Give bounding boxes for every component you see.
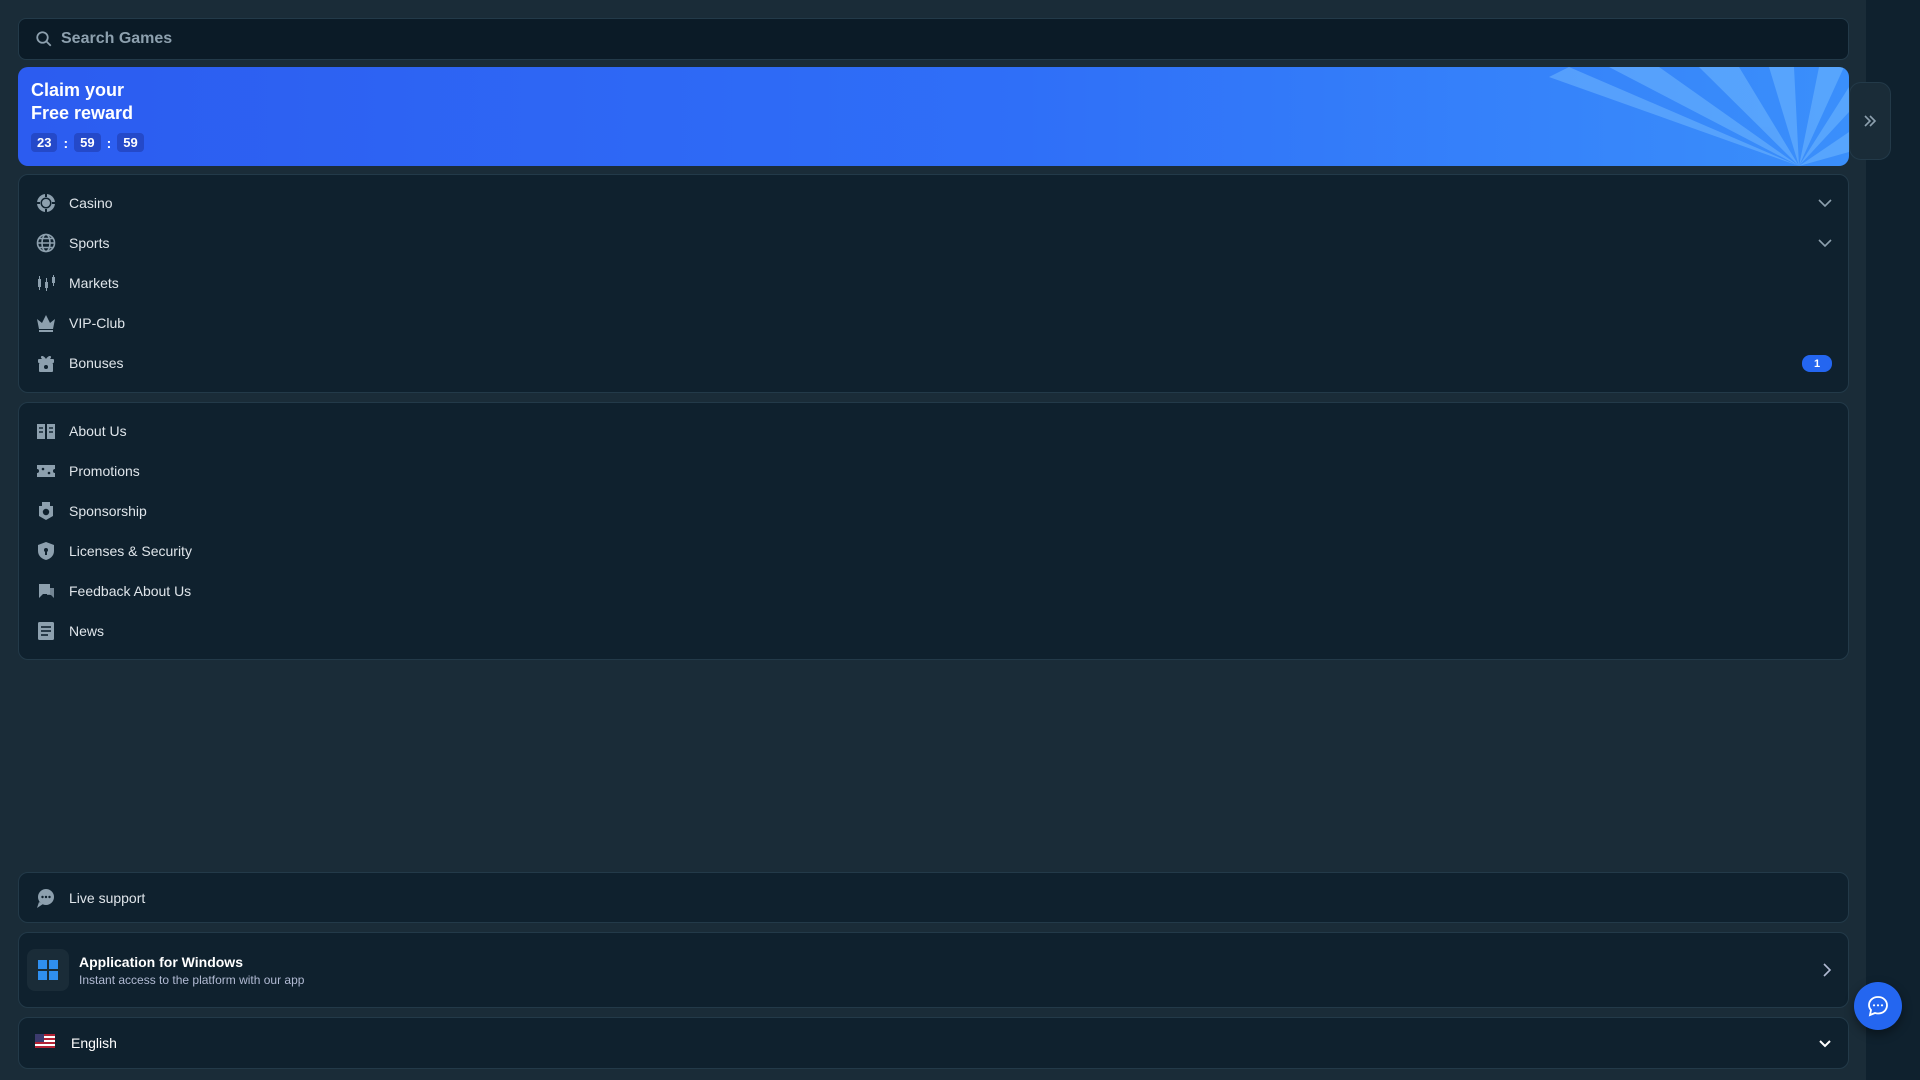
search-input[interactable]: [61, 30, 1693, 48]
shield-icon: [35, 540, 57, 562]
globe-icon: [35, 232, 57, 254]
double-chevron-right-icon: [1864, 115, 1877, 127]
chevron-down-icon: [1819, 1040, 1831, 1048]
nav-item-label: About Us: [69, 423, 127, 439]
nav-item-about-us[interactable]: About Us: [19, 411, 1848, 451]
live-support-panel: Live support: [18, 872, 1849, 923]
timer-minutes: 59: [74, 133, 101, 152]
gift-icon: [35, 352, 57, 374]
banner-title-line1: Claim your: [31, 80, 125, 100]
timer-separator: :: [63, 134, 69, 151]
search-icon: [36, 31, 52, 47]
chevron-down-icon[interactable]: [1818, 236, 1832, 250]
windows-app-subtitle: Instant access to the platform with our …: [79, 972, 305, 987]
nav-item-sports[interactable]: Sports: [19, 223, 1848, 263]
windows-app-panel: Application for Windows Instant access t…: [18, 932, 1849, 1008]
nav-item-label: Bonuses: [69, 355, 124, 371]
book-icon: [35, 420, 57, 442]
nav-item-vip-club[interactable]: VIP-Club: [19, 303, 1848, 343]
banner-title: Claim your Free reward: [31, 79, 133, 125]
nav-item-label: Feedback About Us: [69, 583, 192, 599]
main-content-edge: [1866, 0, 1920, 1080]
live-support-button[interactable]: Live support: [19, 878, 1848, 918]
chat-button[interactable]: [1854, 982, 1902, 1030]
chat-bubble-icon: [1868, 996, 1888, 1017]
windows-app-card[interactable]: Application for Windows Instant access t…: [19, 933, 1848, 1007]
banner-title-line2: Free reward: [31, 103, 134, 123]
nav-item-news[interactable]: News: [19, 611, 1848, 651]
nav-item-label: Sports: [69, 235, 110, 251]
nav-item-feedback[interactable]: Feedback About Us: [19, 571, 1848, 611]
banner-rays-decoration: [1549, 67, 1849, 166]
language-selector[interactable]: English: [19, 1018, 1848, 1068]
sidebar: Claim your Free reward 23 : 59 : 59 Casi…: [0, 0, 1866, 1080]
support-chat-icon: [35, 887, 57, 909]
nav-item-bonuses[interactable]: Bonuses 1: [19, 343, 1848, 383]
us-flag-icon: [35, 1033, 55, 1053]
language-selector-panel: English: [18, 1017, 1849, 1069]
reward-banner[interactable]: Claim your Free reward 23 : 59 : 59: [18, 67, 1849, 166]
nav-item-label: Markets: [69, 275, 119, 291]
nav-item-promotions[interactable]: Promotions: [19, 451, 1848, 491]
nav-item-label: Licenses & Security: [69, 543, 192, 559]
nav-item-casino[interactable]: Casino: [19, 183, 1848, 223]
nav-item-label: Sponsorship: [69, 503, 147, 519]
windows-app-title: Application for Windows: [79, 953, 243, 970]
casino-chip-icon: [35, 192, 57, 214]
nav-item-label: Promotions: [69, 463, 140, 479]
collapse-sidebar-button[interactable]: [1849, 82, 1891, 160]
countdown-timer: 23 : 59 : 59: [31, 133, 144, 152]
bonuses-count-badge: 1: [1802, 355, 1832, 372]
crown-icon: [35, 312, 57, 334]
chevron-right-icon: [1823, 963, 1832, 977]
timer-seconds: 59: [117, 133, 144, 152]
windows-icon: [27, 949, 69, 991]
chevron-down-icon[interactable]: [1818, 196, 1832, 210]
nav-item-sponsorship[interactable]: Sponsorship: [19, 491, 1848, 531]
language-label: English: [71, 1035, 117, 1051]
timer-separator: :: [106, 134, 112, 151]
timer-hours: 23: [31, 133, 58, 152]
ticket-icon: [35, 460, 57, 482]
info-nav-panel: About Us Promotions Sponsorship Licenses…: [18, 402, 1849, 660]
medal-icon: [35, 500, 57, 522]
search-bar[interactable]: [18, 18, 1849, 60]
nav-item-markets[interactable]: Markets: [19, 263, 1848, 303]
main-nav-panel: Casino Sports Markets VIP-Club Bonuses 1: [18, 174, 1849, 393]
newspaper-icon: [35, 620, 57, 642]
feedback-icon: [35, 580, 57, 602]
nav-item-label: News: [69, 623, 105, 639]
nav-item-label: VIP-Club: [69, 315, 126, 331]
live-support-label: Live support: [69, 890, 146, 906]
nav-item-label: Casino: [69, 195, 113, 211]
candlestick-icon: [35, 272, 57, 294]
nav-item-licenses-security[interactable]: Licenses & Security: [19, 531, 1848, 571]
